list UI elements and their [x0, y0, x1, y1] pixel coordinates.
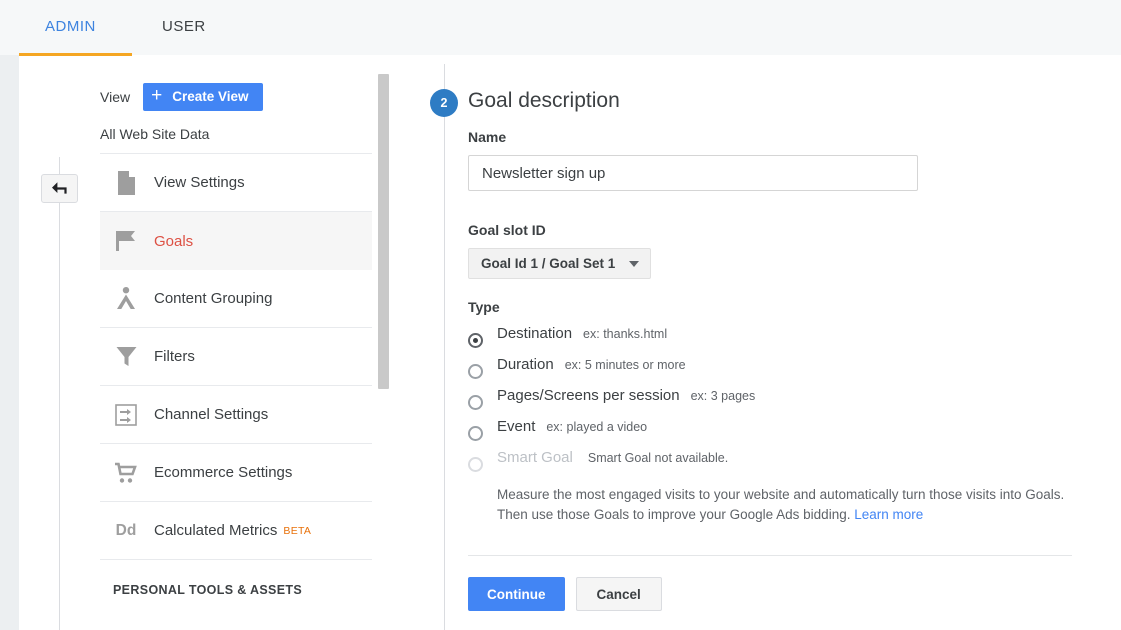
radio-example: ex: thanks.html	[583, 327, 668, 341]
sidebar-item-goals[interactable]: Goals	[100, 212, 372, 270]
back-button[interactable]	[41, 174, 78, 203]
goal-description-panel: Goal description Name Goal slot ID Goal …	[468, 89, 1078, 612]
radio-example: ex: 3 pages	[690, 389, 756, 403]
radio-example: ex: 5 minutes or more	[564, 358, 686, 372]
sidebar-item-label: View Settings	[154, 174, 245, 191]
radio-label: Event	[497, 418, 536, 435]
radio-icon	[468, 333, 483, 348]
step-number-badge: 2	[430, 89, 458, 117]
sidebar-rail-line	[59, 157, 60, 630]
tab-user[interactable]: USER	[162, 18, 206, 35]
sidebar-item-label: Filters	[154, 348, 195, 365]
smart-goal-description-text: Measure the most engaged visits to your …	[497, 487, 1065, 522]
sidebar-section-heading: PERSONAL TOOLS & ASSETS	[113, 583, 303, 597]
left-gutter-strip	[0, 55, 19, 630]
radio-example: ex: played a video	[546, 420, 648, 434]
create-view-button[interactable]: + Create View	[143, 82, 263, 111]
create-view-button-label: Create View	[172, 89, 249, 104]
radio-label: Destination	[497, 325, 573, 342]
dd-icon: Dd	[115, 521, 137, 539]
goal-type-radio-group: Destination ex: thanks.html Duration ex:…	[468, 325, 1078, 524]
panel-divider	[468, 555, 1072, 557]
radio-label: Smart Goal	[497, 449, 573, 466]
radio-icon	[468, 364, 483, 379]
document-icon	[113, 170, 139, 196]
sidebar-item-label: Content Grouping	[154, 290, 273, 307]
sidebar-item-channel-settings[interactable]: Channel Settings	[100, 386, 372, 444]
panel-rail-line	[444, 64, 445, 630]
sidebar-item-filters[interactable]: Filters	[100, 328, 372, 386]
radio-icon	[468, 426, 483, 441]
radio-label: Duration	[497, 356, 554, 373]
sidebar-item-calculated-metrics[interactable]: Dd Calculated Metrics BETA	[100, 502, 372, 560]
sidebar-item-view-settings[interactable]: View Settings	[100, 154, 372, 212]
channel-settings-icon	[113, 402, 139, 428]
plus-icon: +	[151, 85, 163, 106]
sidebar-item-label: Ecommerce Settings	[154, 464, 293, 481]
content-grouping-icon	[113, 286, 139, 312]
continue-button[interactable]: Continue	[468, 577, 565, 612]
beta-badge: BETA	[283, 524, 312, 537]
sidebar-item-label: Channel Settings	[154, 406, 269, 423]
back-arrow-icon	[50, 181, 69, 196]
goal-slot-id-label: Goal slot ID	[468, 222, 546, 238]
radio-option-smart-goal: Smart Goal Smart Goal not available.	[468, 449, 1078, 480]
radio-icon	[468, 457, 483, 472]
radio-option-event[interactable]: Event ex: played a video	[468, 418, 1078, 449]
panel-action-buttons: Continue Cancel	[468, 577, 1078, 612]
cancel-button[interactable]: Cancel	[575, 577, 662, 612]
radio-option-duration[interactable]: Duration ex: 5 minutes or more	[468, 356, 1078, 387]
smart-goal-description: Measure the most engaged visits to your …	[497, 485, 1077, 524]
radio-example: Smart Goal not available.	[587, 451, 729, 465]
page-root: ADMIN USER View + Create View All Web Si…	[0, 0, 1121, 630]
radio-option-pages-screens-per-session[interactable]: Pages/Screens per session ex: 3 pages	[468, 387, 1078, 418]
page-title: Goal description	[468, 89, 620, 112]
radio-label: Pages/Screens per session	[497, 387, 680, 404]
radio-option-destination[interactable]: Destination ex: thanks.html	[468, 325, 1078, 356]
view-header-row: View + Create View	[100, 80, 372, 113]
shopping-cart-icon	[113, 460, 139, 486]
funnel-icon	[113, 344, 139, 370]
name-field-label: Name	[468, 129, 507, 145]
goal-slot-id-select[interactable]: Goal Id 1 / Goal Set 1	[468, 248, 652, 279]
sidebar-item-content-grouping[interactable]: Content Grouping	[100, 270, 372, 328]
view-label: View	[100, 88, 131, 105]
sidebar-item-ecommerce-settings[interactable]: Ecommerce Settings	[100, 444, 372, 502]
radio-icon	[468, 395, 483, 410]
sidebar-scrollbar-thumb[interactable]	[378, 74, 389, 389]
tab-active-indicator	[19, 53, 132, 56]
sidebar-item-label: Goals	[154, 232, 194, 250]
admin-sidebar: View + Create View All Web Site Data Vie…	[100, 80, 372, 597]
tab-admin[interactable]: ADMIN	[45, 18, 96, 35]
sidebar-item-label: Calculated Metrics	[154, 522, 278, 539]
flag-icon	[113, 228, 139, 254]
learn-more-link[interactable]: Learn more	[854, 507, 923, 522]
current-view-name[interactable]: All Web Site Data	[100, 113, 372, 154]
goal-slot-id-value: Goal Id 1 / Goal Set 1	[481, 256, 616, 271]
top-header-bar: ADMIN USER	[0, 0, 1121, 55]
chevron-down-icon	[629, 260, 640, 267]
goal-name-input[interactable]	[468, 155, 918, 191]
type-field-label: Type	[468, 299, 500, 315]
